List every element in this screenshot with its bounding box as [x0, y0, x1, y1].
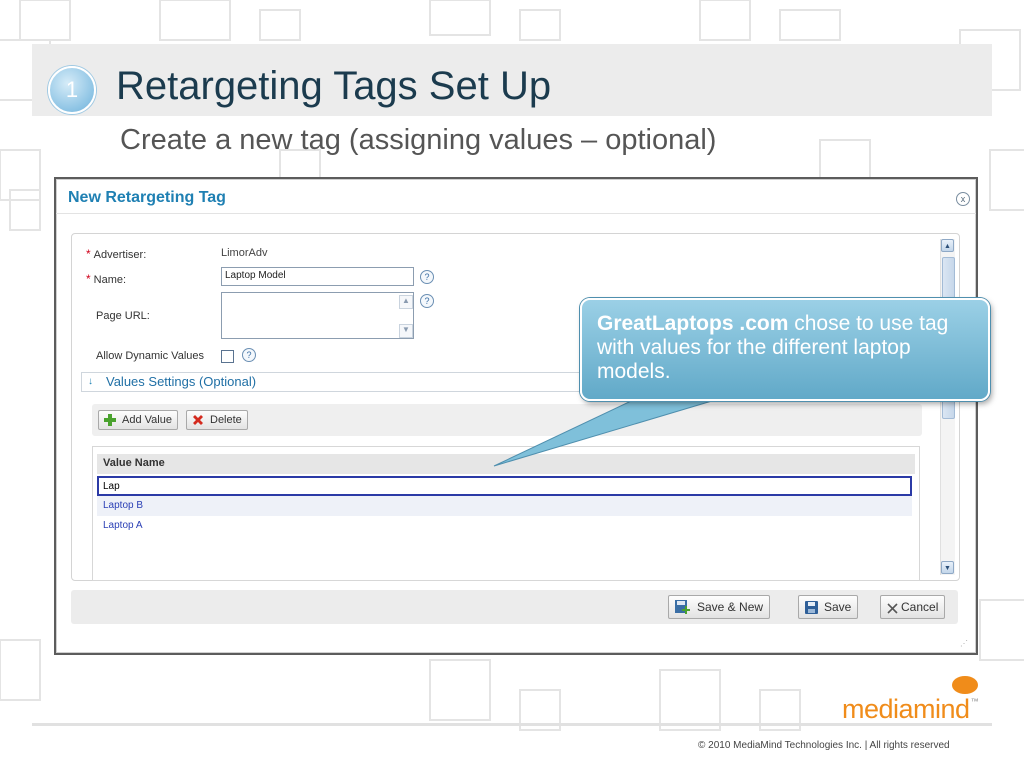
copyright-text: © 2010 MediaMind Technologies Inc. | All…: [698, 740, 950, 751]
brand-logo: mediamind™: [842, 694, 979, 724]
callout-bold-text: GreatLaptops .com: [597, 312, 789, 335]
brand-logo-bubble: [952, 676, 978, 694]
callout-box: GreatLaptops .com chose to use tag with …: [580, 298, 990, 401]
